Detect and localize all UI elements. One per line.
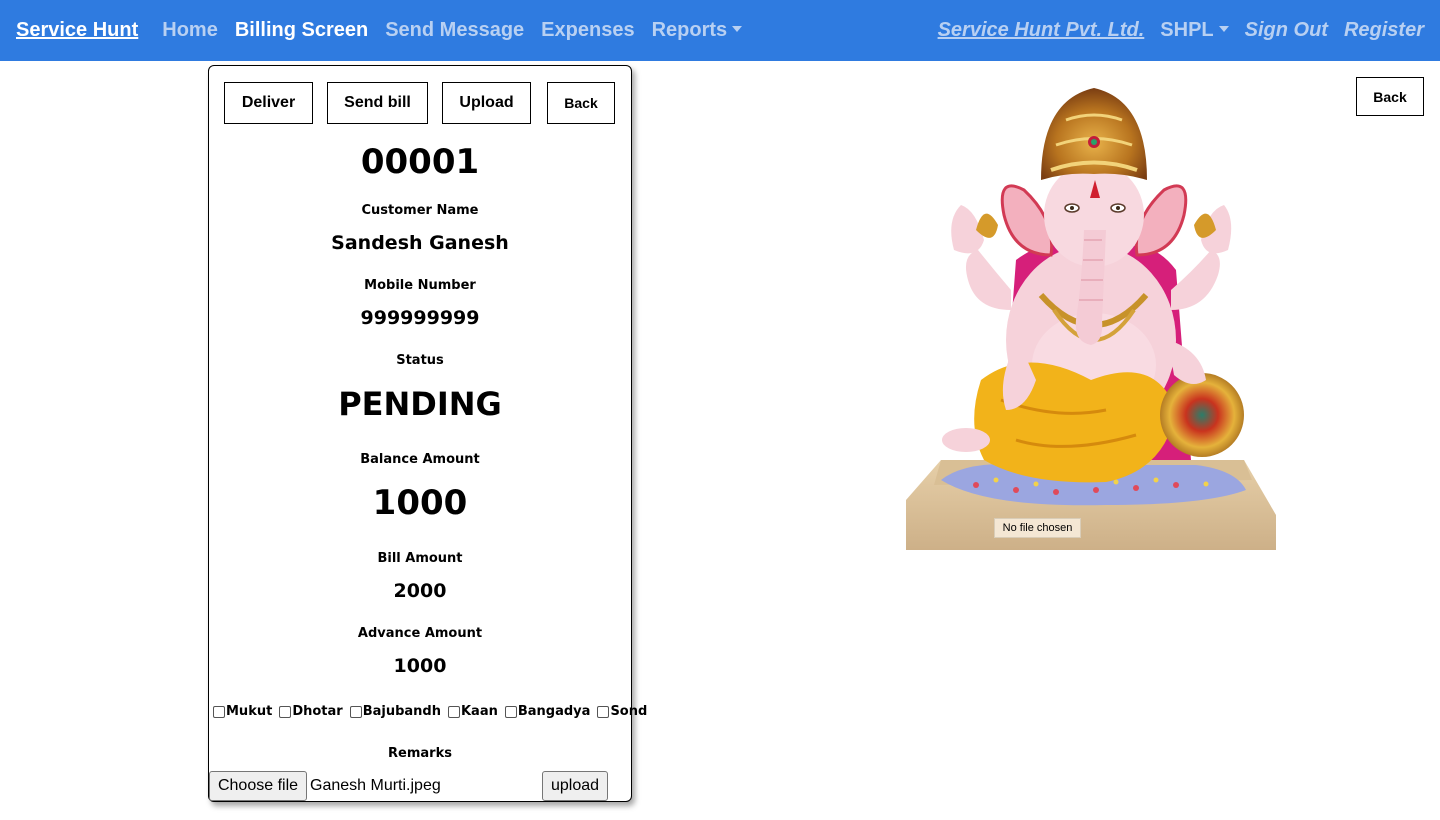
nav-send-message[interactable]: Send Message (385, 19, 524, 42)
ornament-bajubandh[interactable]: Bajubandh (349, 704, 441, 719)
deliver-button[interactable]: Deliver (224, 82, 313, 124)
upload-button[interactable]: Upload (442, 82, 531, 124)
back-button[interactable]: Back (547, 82, 615, 124)
mobile-number-label: Mobile Number (364, 278, 476, 293)
no-file-chosen-label: No file chosen (994, 518, 1081, 538)
remarks-label: Remarks (388, 746, 452, 761)
ornament-label: Dhotar (292, 704, 343, 719)
ornament-label: Sond (610, 704, 648, 719)
bill-number: 00001 (360, 142, 480, 182)
customer-name-label: Customer Name (361, 203, 479, 218)
checkbox[interactable] (279, 705, 292, 718)
status-label: Status (396, 353, 444, 368)
ornament-label: Mukut (226, 704, 273, 719)
send-bill-button[interactable]: Send bill (327, 82, 428, 124)
mobile-number-value: 999999999 (360, 307, 480, 329)
advance-amount-label: Advance Amount (357, 626, 483, 641)
preview-back-button[interactable]: Back (1356, 77, 1424, 116)
chevron-down-icon (732, 25, 743, 32)
nav-right-group: Service Hunt Pvt. Ltd. SHPL Sign Out Reg… (922, 19, 1424, 42)
checkbox[interactable] (504, 705, 517, 718)
ornament-kaan[interactable]: Kaan (447, 704, 498, 719)
chevron-down-icon (1218, 25, 1229, 32)
ornament-bangadya[interactable]: Bangadya (504, 704, 591, 719)
ornament-dhotar[interactable]: Dhotar (279, 704, 343, 719)
bill-card: Deliver Send bill Upload Back 00001 Cust… (208, 65, 647, 802)
checkbox[interactable] (597, 705, 610, 718)
register-link[interactable]: Register (1344, 19, 1424, 42)
ornament-checklist: Mukut Dhotar Bajubandh Kaan Bangadya Son… (213, 704, 647, 719)
checkbox[interactable] (213, 705, 225, 718)
balance-amount-value: 1000 (372, 483, 468, 523)
company-link[interactable]: Service Hunt Pvt. Ltd. (938, 19, 1145, 42)
balance-amount-label: Balance Amount (360, 452, 480, 467)
sign-out-link[interactable]: Sign Out (1245, 19, 1328, 42)
checkbox[interactable] (447, 705, 460, 718)
brand-link[interactable]: Service Hunt (16, 19, 138, 42)
status-value: PENDING (338, 385, 502, 423)
bill-amount-value: 2000 (393, 580, 447, 602)
checkbox[interactable] (349, 705, 362, 718)
ornament-mukut[interactable]: Mukut (213, 704, 272, 719)
selected-file-name: Ganesh Murti.jpeg (310, 777, 441, 794)
customer-name-value: Sandesh Ganesh (331, 232, 509, 254)
ganesh-idol-image (906, 80, 1276, 551)
org-dropdown[interactable]: SHPL (1160, 19, 1229, 42)
file-upload-row: Choose file Ganesh Murti.jpeg upload (209, 771, 633, 801)
nav-expenses[interactable]: Expenses (541, 19, 634, 42)
top-navbar: Service Hunt Home Billing Screen Send Me… (0, 0, 1440, 61)
nav-reports-label: Reports (651, 19, 728, 41)
idol-illustration (906, 88, 1276, 550)
ornament-sond[interactable]: Sond (597, 704, 647, 719)
bill-amount-label: Bill Amount (377, 551, 463, 566)
nav-billing-screen[interactable]: Billing Screen (235, 19, 368, 42)
nav-reports-dropdown[interactable]: Reports (652, 19, 743, 42)
ornament-label: Kaan (460, 704, 498, 719)
ornament-label: Bangadya (517, 704, 591, 719)
ornament-label: Bajubandh (362, 704, 441, 719)
advance-amount-value: 1000 (393, 655, 447, 677)
choose-file-button[interactable]: Choose file (209, 771, 307, 801)
nav-home[interactable]: Home (162, 19, 218, 42)
org-label: SHPL (1160, 19, 1214, 41)
file-upload-button[interactable]: upload (542, 771, 608, 801)
